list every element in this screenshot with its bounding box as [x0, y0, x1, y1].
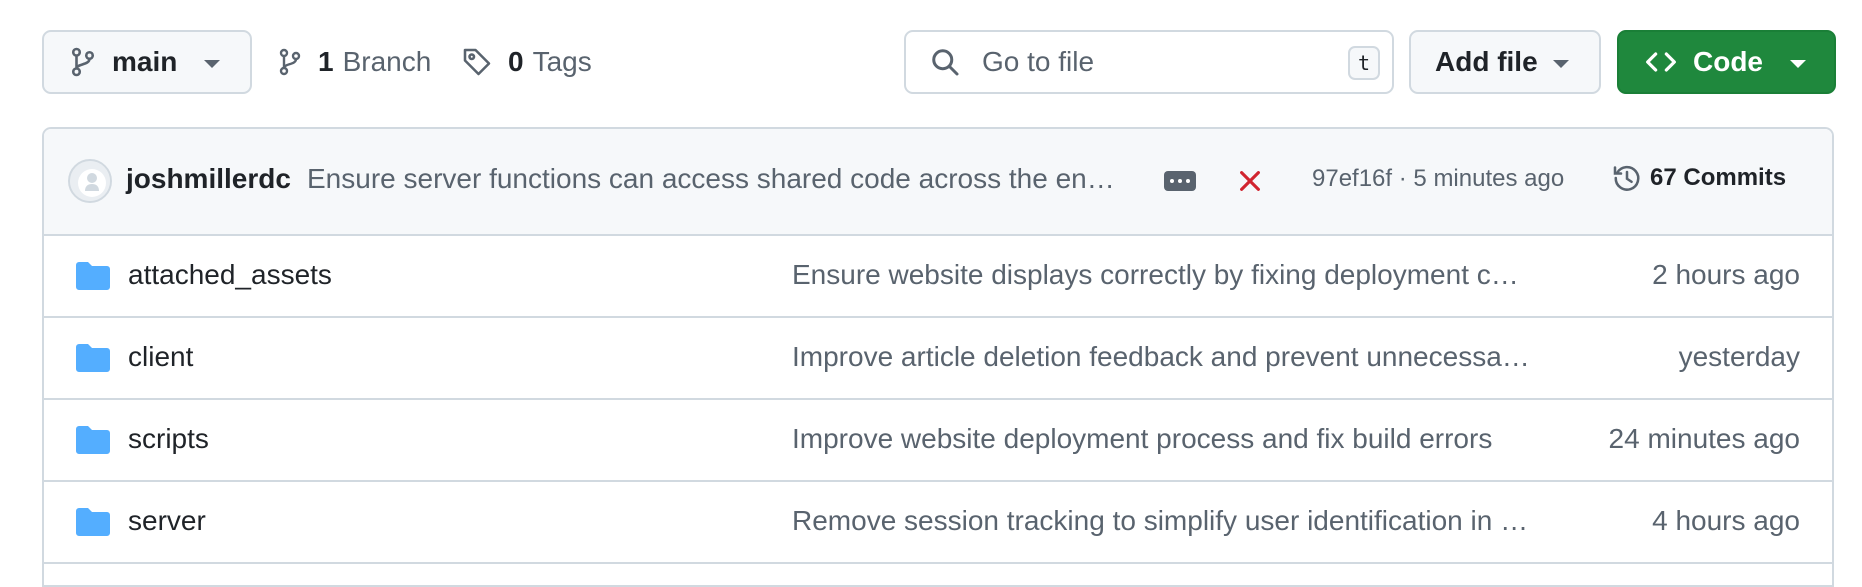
commit-meta: 97ef16f · 5 minutes ago [1312, 165, 1564, 193]
code-icon [1645, 50, 1677, 74]
history-icon [1612, 163, 1642, 193]
tag-icon [462, 47, 492, 77]
folder-icon [76, 425, 110, 455]
file-table: joshmillerdc Ensure server functions can… [42, 127, 1834, 587]
table-row: attached_assets Ensure website displays … [44, 236, 1832, 318]
avatar[interactable] [68, 159, 112, 203]
branch-name: main [112, 46, 178, 77]
commits-count: 67 [1650, 164, 1677, 191]
branch-selector-button[interactable]: main [42, 30, 252, 94]
file-name-link[interactable]: client [128, 341, 193, 373]
chevron-down-icon [1553, 60, 1569, 68]
keyboard-shortcut-hint: t [1348, 46, 1380, 80]
commit-hash-link[interactable]: 97ef16f [1312, 165, 1392, 192]
branches-link[interactable]: 1 Branch [278, 30, 431, 94]
x-icon[interactable] [1236, 167, 1264, 195]
table-row: scripts Improve website deployment proce… [44, 400, 1832, 482]
file-commit-time: yesterday [1678, 341, 1800, 372]
table-row: server Remove session tracking to simpli… [44, 482, 1832, 564]
git-branch-icon [278, 47, 302, 77]
commit-time: 5 minutes ago [1413, 165, 1565, 192]
tags-count: 0 [508, 46, 524, 77]
add-file-button[interactable]: Add file [1409, 30, 1601, 94]
folder-icon [76, 507, 110, 537]
chevron-down-icon [204, 60, 220, 68]
commit-message-link[interactable]: Ensure server functions can access share… [307, 163, 1179, 195]
search-placeholder: Go to file [982, 46, 1095, 77]
file-commit-message-link[interactable]: Improve article deletion feedback and pr… [792, 341, 1596, 373]
expand-commit-message-button[interactable] [1164, 171, 1196, 191]
latest-commit-bar: joshmillerdc Ensure server functions can… [44, 129, 1832, 236]
file-name-link[interactable]: scripts [128, 423, 209, 455]
file-commit-message-link[interactable]: Ensure website displays correctly by fix… [792, 259, 1596, 291]
tags-label: Tags [532, 46, 592, 77]
file-commit-time: 24 minutes ago [1608, 423, 1800, 454]
add-file-label: Add file [1435, 46, 1538, 77]
code-button[interactable]: Code [1617, 30, 1836, 94]
branches-label: Branch [342, 46, 432, 77]
file-name-link[interactable]: attached_assets [128, 259, 332, 291]
meta-separator: · [1398, 165, 1407, 192]
commits-label: Commits [1683, 164, 1787, 191]
file-commit-message-link[interactable]: Improve website deployment process and f… [792, 423, 1596, 455]
folder-icon [76, 343, 110, 373]
go-to-file-search[interactable]: Go to file t [904, 30, 1394, 94]
branches-count: 1 [318, 46, 334, 77]
file-commit-time: 2 hours ago [1652, 259, 1800, 290]
search-icon [930, 47, 960, 77]
chevron-down-icon [1790, 60, 1806, 68]
commits-history-link[interactable]: 67 Commits [1612, 163, 1786, 193]
file-commit-time: 4 hours ago [1652, 505, 1800, 536]
file-commit-message-link[interactable]: Remove session tracking to simplify user… [792, 505, 1596, 537]
folder-icon [76, 261, 110, 291]
repo-toolbar: main 1 Branch 0 Tags Go to file t Add fi… [42, 30, 1836, 94]
file-name-link[interactable]: server [128, 505, 206, 537]
git-branch-icon [70, 47, 96, 77]
commit-author-link[interactable]: joshmillerdc [126, 163, 291, 195]
tags-link[interactable]: 0 Tags [462, 30, 592, 94]
table-row: client Improve article deletion feedback… [44, 318, 1832, 400]
code-button-label: Code [1693, 46, 1763, 77]
